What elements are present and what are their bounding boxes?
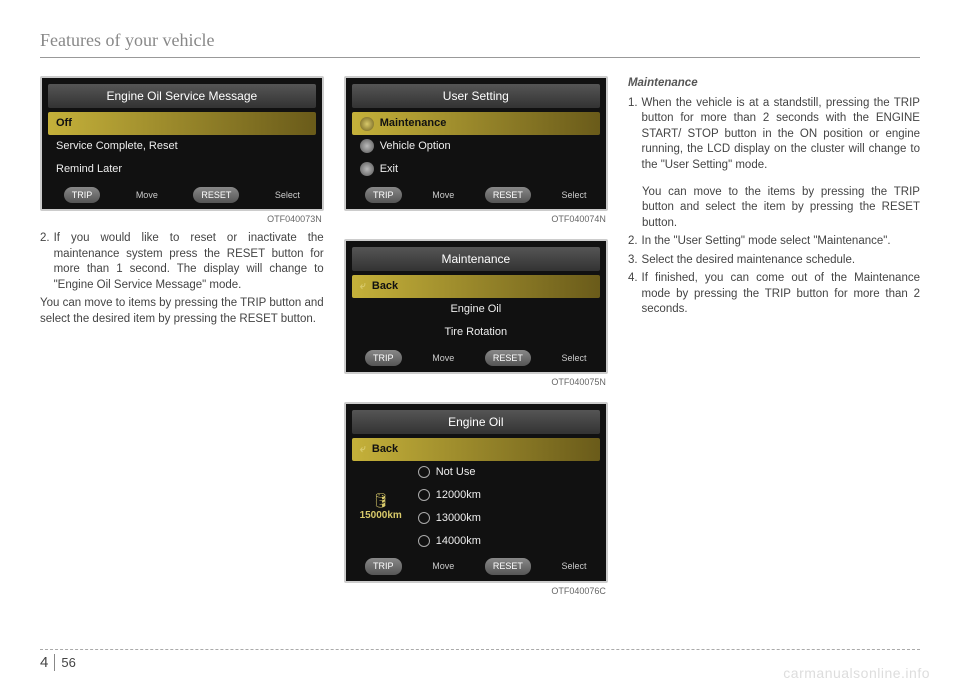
back-arrow-icon: ⤶ xyxy=(360,442,366,457)
section-heading: Maintenance xyxy=(628,76,920,92)
menu-item-exit: Exit xyxy=(352,158,600,181)
trip-button-label: TRIP xyxy=(365,350,402,366)
oil-can-icon: 🛢 xyxy=(372,491,390,510)
reset-button-label: RESET xyxy=(193,187,239,203)
reset-button-label: RESET xyxy=(485,558,531,574)
lcd-user-setting: User Setting Maintenance Vehicle Option … xyxy=(344,76,608,211)
figure-code: OTF040074N xyxy=(344,213,606,225)
list-number: 1. xyxy=(628,96,638,174)
menu-label: Back xyxy=(372,279,398,294)
menu-item-off: Off xyxy=(48,112,316,135)
watermark: carmanualsonline.info xyxy=(783,665,930,681)
list-text: In the "User Setting" mode select "Maint… xyxy=(642,234,891,250)
menu-item-back: ⤶ Back xyxy=(352,438,600,461)
vehicle-option-icon xyxy=(360,139,374,153)
menu-label: Back xyxy=(372,442,398,457)
trip-button-label: TRIP xyxy=(365,558,402,574)
figure-code: OTF040076C xyxy=(344,585,606,597)
page-number: 56 xyxy=(61,655,75,670)
chapter-number: 4 xyxy=(40,654,55,671)
menu-item-engine-oil: Engine Oil xyxy=(352,298,600,321)
lcd-footer: TRIP Move RESET Select xyxy=(48,187,316,203)
figure-code: OTF040075N xyxy=(344,376,606,388)
list-text: If finished, you can come out of the Mai… xyxy=(642,271,920,318)
sub-paragraph: You can move to items by pressing the TR… xyxy=(40,296,324,327)
radio-icon xyxy=(418,489,430,501)
back-arrow-icon: ⤶ xyxy=(360,279,366,294)
list-text: If you would like to reset or inactivate… xyxy=(54,231,324,293)
menu-item-service-complete: Service Complete, Reset xyxy=(48,135,316,158)
option-label: 14000km xyxy=(436,534,481,549)
select-label: Select xyxy=(562,560,587,572)
column-1: Engine Oil Service Message Off Service C… xyxy=(40,76,324,603)
option-13000: 13000km xyxy=(410,507,600,530)
lcd-maintenance: Maintenance ⤶ Back Engine Oil Tire Rotat… xyxy=(344,239,608,374)
body-text: 2. If you would like to reset or inactiv… xyxy=(40,231,324,327)
option-label: 12000km xyxy=(436,488,481,503)
menu-item-vehicle-option: Vehicle Option xyxy=(352,135,600,158)
lcd-title: Engine Oil xyxy=(352,410,600,434)
lcd-title: Maintenance xyxy=(352,247,600,271)
lcd-title: Engine Oil Service Message xyxy=(48,84,316,108)
column-2: User Setting Maintenance Vehicle Option … xyxy=(344,76,608,603)
figure-code: OTF040073N xyxy=(40,213,322,225)
menu-item-back: ⤶ Back xyxy=(352,275,600,298)
menu-label: Maintenance xyxy=(380,116,447,131)
radio-icon xyxy=(418,512,430,524)
reset-button-label: RESET xyxy=(485,350,531,366)
option-12000: 12000km xyxy=(410,484,600,507)
move-label: Move xyxy=(432,560,454,572)
list-text: When the vehicle is at a standstill, pre… xyxy=(642,96,920,174)
menu-label: Vehicle Option xyxy=(380,139,451,154)
current-value: 15000km xyxy=(360,509,402,523)
select-label: Select xyxy=(562,189,587,201)
content-columns: Engine Oil Service Message Off Service C… xyxy=(40,76,920,603)
page-header: Features of your vehicle xyxy=(40,30,920,58)
select-label: Select xyxy=(275,189,300,201)
list-number: 4. xyxy=(628,271,638,318)
list-number: 3. xyxy=(628,253,638,269)
radio-icon xyxy=(418,535,430,547)
move-label: Move xyxy=(432,189,454,201)
lcd-footer: TRIP Move RESET Select xyxy=(352,187,600,203)
lcd-engine-oil-options: Engine Oil ⤶ Back 🛢 15000km Not Use 1200… xyxy=(344,402,608,583)
lcd-footer: TRIP Move RESET Select xyxy=(352,558,600,574)
maintenance-icon xyxy=(360,117,374,131)
trip-button-label: TRIP xyxy=(365,187,402,203)
radio-icon xyxy=(418,466,430,478)
list-text: Select the desired maintenance schedule. xyxy=(642,253,856,269)
lcd-engine-oil-service: Engine Oil Service Message Off Service C… xyxy=(40,76,324,211)
reset-button-label: RESET xyxy=(485,187,531,203)
option-not-use: Not Use xyxy=(410,461,600,484)
menu-item-maintenance: Maintenance xyxy=(352,112,600,135)
list-number: 2. xyxy=(40,231,50,293)
lcd-footer: TRIP Move RESET Select xyxy=(352,350,600,366)
menu-label: Exit xyxy=(380,162,398,177)
option-label: 13000km xyxy=(436,511,481,526)
column-3: Maintenance 1. When the vehicle is at a … xyxy=(628,76,920,603)
option-14000: 14000km xyxy=(410,530,600,553)
list-number: 2. xyxy=(628,234,638,250)
trip-button-label: TRIP xyxy=(64,187,101,203)
select-label: Select xyxy=(562,352,587,364)
option-label: Not Use xyxy=(436,465,476,480)
sub-paragraph: You can move to the items by pressing th… xyxy=(642,185,920,232)
menu-item-remind-later: Remind Later xyxy=(48,158,316,181)
lcd-title: User Setting xyxy=(352,84,600,108)
move-label: Move xyxy=(136,189,158,201)
menu-item-tire-rotation: Tire Rotation xyxy=(352,321,600,344)
move-label: Move xyxy=(432,352,454,364)
exit-icon xyxy=(360,162,374,176)
